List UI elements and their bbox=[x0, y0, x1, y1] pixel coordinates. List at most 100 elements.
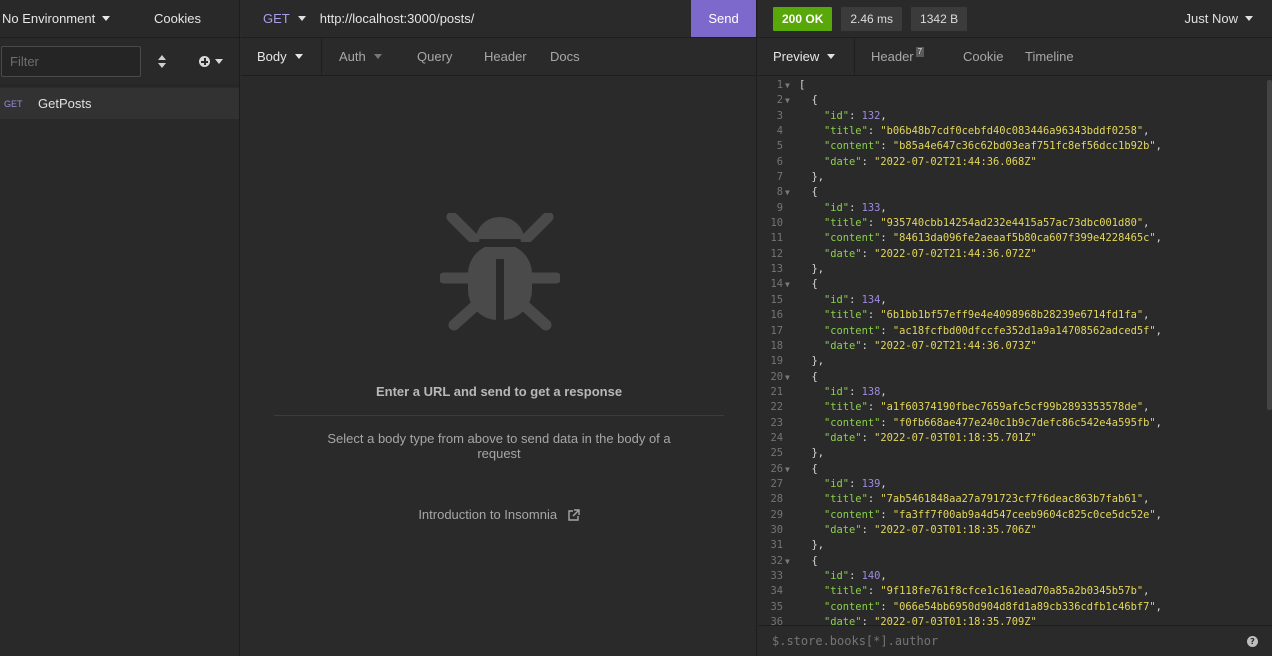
line-number: 8 bbox=[776, 186, 783, 199]
tab-preview[interactable]: Preview bbox=[758, 38, 855, 75]
code-line: 1 ▼ [ bbox=[758, 78, 1272, 93]
json-value: 139 bbox=[861, 477, 881, 490]
line-number: 20 bbox=[770, 370, 783, 383]
line-number: 18 bbox=[770, 339, 783, 352]
fold-arrow-icon[interactable]: ▼ bbox=[785, 462, 790, 477]
json-value: "2022-07-02T21:44:36.068Z" bbox=[874, 155, 1037, 168]
tab-body-label: Body bbox=[257, 49, 287, 64]
code-text: { bbox=[799, 94, 818, 107]
line-number: 19 bbox=[770, 355, 783, 368]
filter-input[interactable] bbox=[1, 46, 141, 77]
line-number: 11 bbox=[770, 232, 783, 245]
introduction-link[interactable]: Introduction to Insomnia bbox=[241, 507, 757, 522]
line-number: 22 bbox=[770, 401, 783, 414]
line-number: 16 bbox=[770, 309, 783, 322]
code-text: { bbox=[799, 278, 818, 291]
line-number: 33 bbox=[770, 570, 783, 582]
line-number: 24 bbox=[770, 431, 783, 444]
fold-arrow-icon[interactable]: ▼ bbox=[785, 370, 790, 385]
fold-arrow-icon[interactable]: ▼ bbox=[785, 185, 790, 200]
code-text: [ bbox=[799, 79, 806, 91]
code-line: 32 ▼ { bbox=[758, 554, 1272, 569]
method-dropdown[interactable]: GET bbox=[263, 11, 306, 26]
environment-dropdown[interactable]: No Environment bbox=[0, 11, 138, 26]
response-pane: 200 OK 2.46 ms 1342 B Just Now Preview H… bbox=[758, 0, 1272, 656]
code-line: 3 "id": 132, bbox=[758, 109, 1272, 124]
tab-cookie[interactable]: Cookie bbox=[946, 38, 1019, 75]
tab-header[interactable]: Header bbox=[468, 38, 543, 75]
chevron-down-icon bbox=[1245, 16, 1253, 21]
code-text: }, bbox=[799, 447, 825, 460]
tab-response-header[interactable]: Header 7 bbox=[855, 38, 946, 75]
fold-arrow-icon[interactable]: ▼ bbox=[785, 93, 790, 108]
json-value: "6b1bb1bf57eff9e4e4098968b28239e6714fd1f… bbox=[880, 309, 1144, 322]
line-number: 21 bbox=[770, 385, 783, 398]
cookies-button[interactable]: Cookies bbox=[154, 11, 201, 26]
json-value: "2022-07-03T01:18:35.709Z" bbox=[874, 616, 1037, 625]
help-icon[interactable]: ? bbox=[1247, 635, 1258, 647]
add-request-button[interactable] bbox=[199, 56, 223, 67]
tab-preview-label: Preview bbox=[773, 49, 820, 64]
fold-arrow-icon[interactable]: ▼ bbox=[785, 78, 790, 93]
code-text: "title": "7ab5461848aa27a791723cf7f6deac… bbox=[824, 493, 1150, 506]
json-value: 138 bbox=[861, 385, 881, 398]
code-line: 12 "date": "2022-07-02T21:44:36.072Z" bbox=[758, 247, 1272, 262]
json-value: "2022-07-02T21:44:36.073Z" bbox=[874, 339, 1037, 352]
json-value: "7ab5461848aa27a791723cf7f6deac863b7fab6… bbox=[880, 493, 1144, 506]
line-number: 36 bbox=[770, 616, 783, 625]
response-history-dropdown[interactable]: Just Now bbox=[1185, 11, 1253, 26]
code-line: 24 "date": "2022-07-03T01:18:35.701Z" bbox=[758, 431, 1272, 446]
response-footer: ? bbox=[758, 625, 1272, 656]
sort-icon[interactable] bbox=[152, 51, 174, 73]
send-button[interactable]: Send bbox=[691, 0, 756, 37]
line-number: 12 bbox=[770, 247, 783, 260]
code-text: { bbox=[799, 186, 818, 199]
jsonpath-filter-input[interactable] bbox=[772, 634, 1212, 648]
line-number: 28 bbox=[770, 493, 783, 506]
code-text: { bbox=[799, 554, 818, 567]
chevron-down-icon bbox=[215, 59, 223, 64]
response-preview-code[interactable]: 1 ▼[2 ▼ {3 "id": 132, 4 "title": "b06b48b7c… bbox=[758, 78, 1272, 625]
tab-query-label: Query bbox=[417, 49, 453, 64]
json-value: 132 bbox=[861, 109, 881, 122]
chevron-down-icon bbox=[294, 54, 303, 59]
code-text: "content": "84613da096fe2aeaaf5b80ca607f… bbox=[824, 232, 1162, 245]
code-text: "title": "935740cbb14254ad232e4415a57ac7… bbox=[824, 217, 1150, 230]
tab-auth[interactable]: Auth bbox=[322, 38, 398, 75]
fold-arrow-icon[interactable]: ▼ bbox=[785, 554, 790, 569]
response-tabs: Preview Header 7 Cookie Timeline bbox=[758, 38, 1272, 76]
line-number: 17 bbox=[770, 324, 783, 337]
code-text: "title": "6b1bb1bf57eff9e4e4098968b28239… bbox=[824, 309, 1150, 322]
line-number: 31 bbox=[770, 539, 783, 552]
code-line: 29 "content": "fa3ff7f00ab9a4d547ceeb960… bbox=[758, 508, 1272, 523]
code-line: 17 "content": "ac18fcfbd00dfccfe352d1a9a… bbox=[758, 324, 1272, 339]
tab-timeline-label: Timeline bbox=[1025, 49, 1074, 64]
tab-query[interactable]: Query bbox=[398, 38, 468, 75]
code-text: "content": "f0fb668ae477e240c1b9c7defc86… bbox=[824, 416, 1162, 429]
code-line: 11 "content": "84613da096fe2aeaaf5b80ca6… bbox=[758, 231, 1272, 246]
tab-body[interactable]: Body bbox=[241, 38, 322, 75]
fold-arrow-icon[interactable]: ▼ bbox=[785, 277, 790, 292]
code-line: 25 }, bbox=[758, 446, 1272, 461]
code-text: { bbox=[799, 370, 818, 383]
sidebar-item-getposts[interactable]: GET GetPosts bbox=[0, 88, 239, 119]
chevron-down-icon bbox=[827, 54, 836, 59]
tab-auth-label: Auth bbox=[339, 49, 366, 64]
json-value: "2022-07-02T21:44:36.072Z" bbox=[874, 247, 1037, 260]
code-line: 36 "date": "2022-07-03T01:18:35.709Z" bbox=[758, 615, 1272, 625]
tab-timeline[interactable]: Timeline bbox=[1019, 38, 1099, 75]
line-number: 14 bbox=[770, 278, 783, 291]
tab-response-header-label: Header bbox=[871, 49, 914, 64]
code-line: 35 "content": "066e54bb6950d904d8fd1a89c… bbox=[758, 600, 1272, 615]
json-value: "f0fb668ae477e240c1b9c7defc86c542e4a595f… bbox=[892, 416, 1156, 429]
status-badge: 200 OK bbox=[773, 6, 833, 31]
introduction-link-label: Introduction to Insomnia bbox=[418, 507, 558, 522]
code-line: 31 }, bbox=[758, 538, 1272, 553]
url-input[interactable] bbox=[319, 11, 680, 26]
tab-docs[interactable]: Docs bbox=[543, 38, 603, 75]
json-value: 134 bbox=[861, 293, 881, 306]
line-number: 26 bbox=[770, 462, 783, 475]
code-text: }, bbox=[799, 263, 825, 276]
scrollbar[interactable] bbox=[1267, 80, 1272, 410]
code-text: "id": 139, bbox=[824, 477, 887, 490]
